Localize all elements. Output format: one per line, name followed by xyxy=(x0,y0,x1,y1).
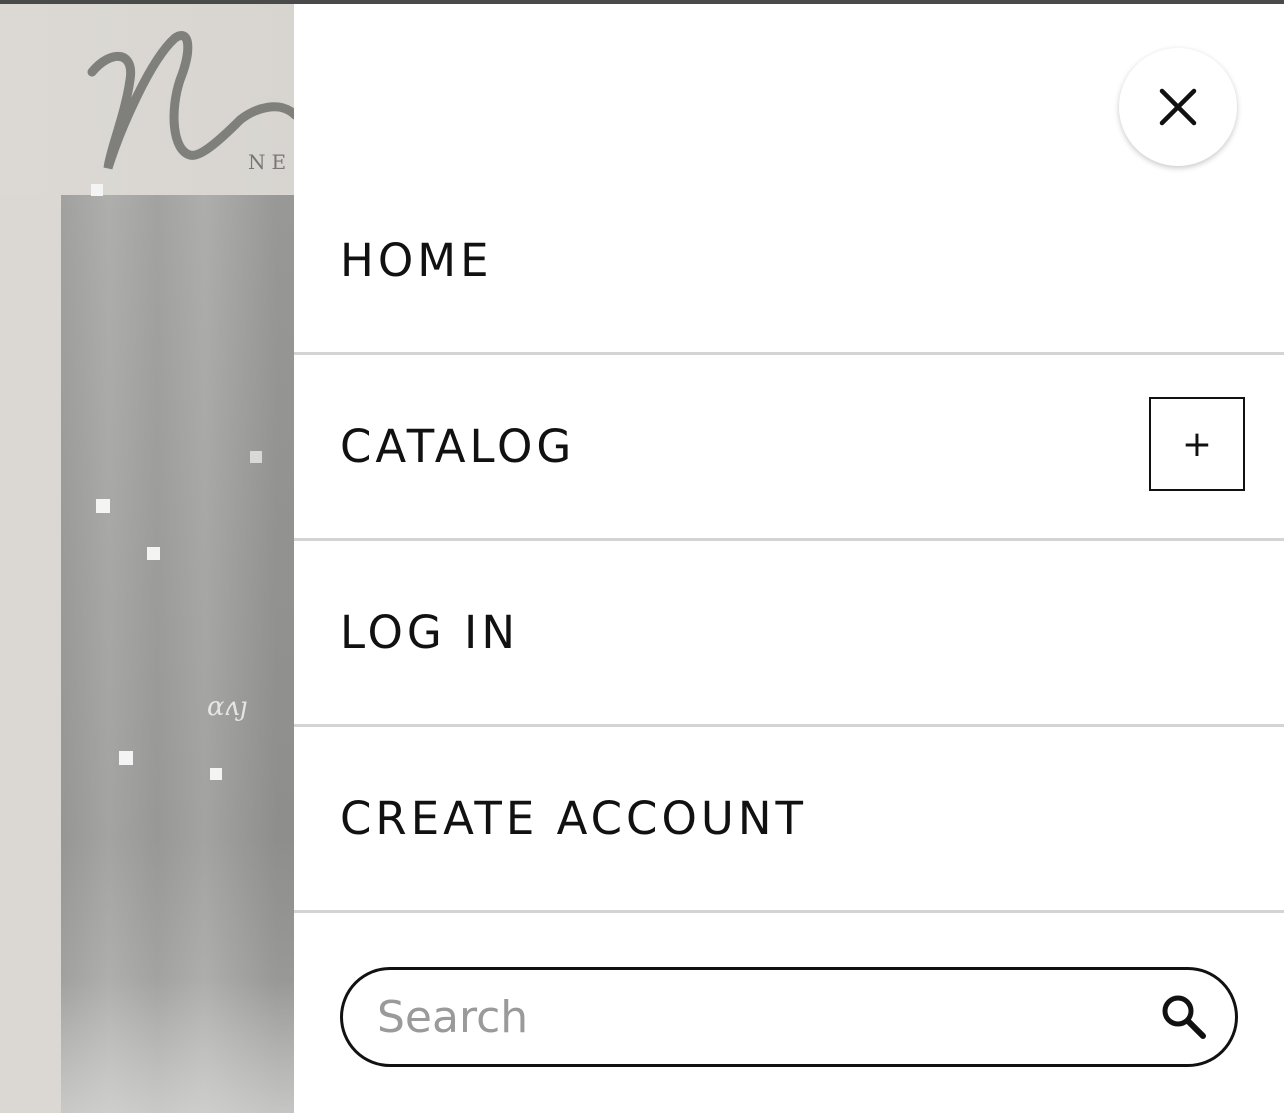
menu-item-home[interactable]: HOME xyxy=(294,168,1284,352)
background-page: NE ɑʌȷ xyxy=(0,0,294,1113)
menu-item-catalog[interactable]: CATALOG xyxy=(294,354,1284,538)
plus-icon: + xyxy=(1181,423,1213,465)
logo-subtext: NE xyxy=(248,150,293,174)
top-bar xyxy=(0,0,1284,4)
hero-photo-bottom xyxy=(61,980,294,1113)
sparkle xyxy=(91,184,103,196)
close-icon xyxy=(1159,88,1197,126)
menu-item-label: LOG IN xyxy=(340,605,519,659)
sparkle xyxy=(210,768,222,780)
divider xyxy=(294,910,1284,913)
sparkle xyxy=(147,547,160,560)
menu-item-label: CREATE ACCOUNT xyxy=(340,791,807,845)
sparkle xyxy=(96,499,110,513)
catalog-expand-button[interactable]: + xyxy=(1149,397,1245,491)
menu-item-login[interactable]: LOG IN xyxy=(294,540,1284,724)
photo-script-text: ɑʌȷ xyxy=(207,692,248,722)
sparkle xyxy=(250,451,262,463)
search-bar xyxy=(340,967,1238,1067)
search-icon[interactable] xyxy=(1159,992,1209,1042)
hero-photo xyxy=(61,195,294,1113)
close-button[interactable] xyxy=(1119,48,1237,166)
sparkle xyxy=(119,751,133,765)
menu-item-create-account[interactable]: CREATE ACCOUNT xyxy=(294,726,1284,910)
menu-item-label: CATALOG xyxy=(340,419,576,473)
menu-item-label: HOME xyxy=(340,233,493,287)
search-input[interactable] xyxy=(377,984,1137,1050)
nav-drawer: HOME CATALOG + LOG IN CREATE ACCOUNT xyxy=(294,4,1284,1113)
